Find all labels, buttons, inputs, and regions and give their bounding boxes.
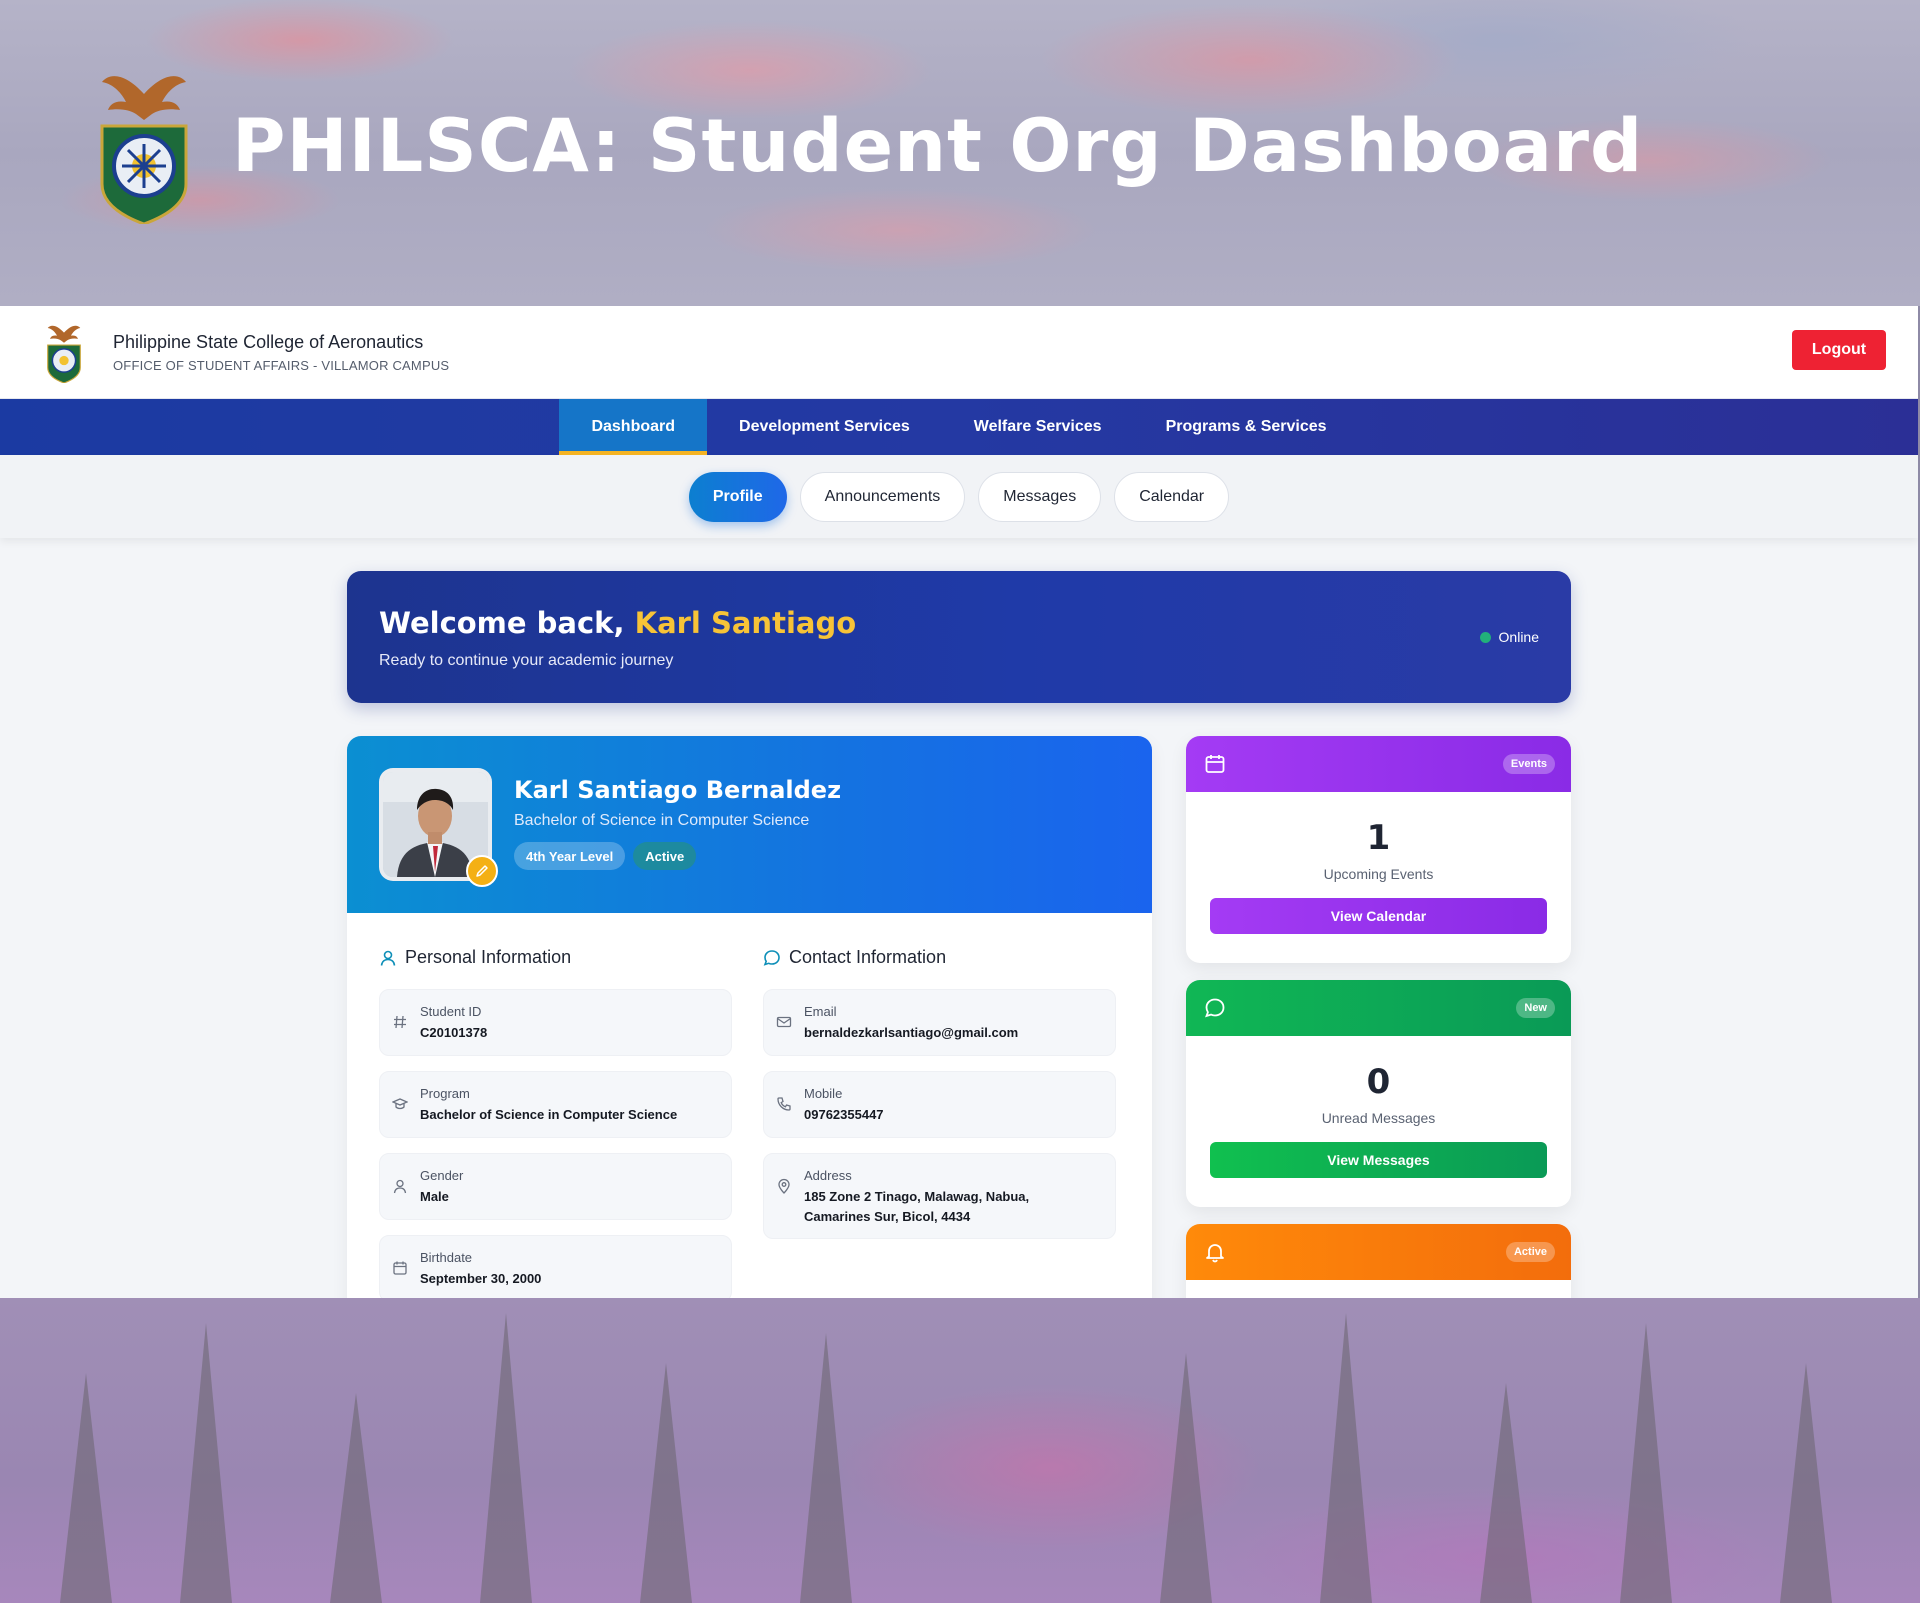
- field-label: Program: [420, 1086, 470, 1101]
- birthdate-field: Birthdate September 30, 2000: [379, 1235, 732, 1298]
- gender-field: Gender Male: [379, 1153, 732, 1220]
- personal-info-title: Personal Information: [379, 947, 732, 968]
- hash-icon: [394, 1015, 406, 1029]
- field-label: Mobile: [804, 1086, 843, 1101]
- field-label: Student ID: [420, 1004, 482, 1019]
- welcome-subtitle: Ready to continue your academic journey: [379, 652, 674, 669]
- online-status: Online: [1479, 629, 1539, 645]
- program-field: Program Bachelor of Science in Computer S…: [379, 1071, 732, 1138]
- nav-development-services[interactable]: Development Services: [707, 399, 942, 455]
- calendar-icon: [393, 1261, 407, 1275]
- events-count: 1: [1366, 818, 1391, 858]
- forest-background: [0, 1298, 1920, 1603]
- bell-icon: [1206, 1244, 1224, 1263]
- announcements-badge: Active: [1505, 1242, 1555, 1262]
- messages-label: Unread Messages: [1321, 1110, 1436, 1126]
- contact-info-section: Contact Information Email bernaldezkarlsa…: [763, 947, 1116, 1298]
- app-window: Philippine State College of Aeronautics …: [0, 306, 1918, 1298]
- chat-bubble-icon: [1205, 998, 1225, 1018]
- field-value: September 30, 2000: [420, 1271, 542, 1286]
- map-pin-icon: [778, 1178, 790, 1194]
- field-label: Gender: [420, 1168, 464, 1183]
- personal-info-label: Personal Information: [405, 947, 572, 967]
- org-name: Philippine State College of Aeronautics: [113, 331, 424, 352]
- phone-icon: [777, 1097, 791, 1111]
- graduation-cap-icon: [392, 1098, 408, 1110]
- main-nav: Dashboard Development Services Welfare S…: [0, 399, 1918, 455]
- address-field: Address 185 Zone 2 Tinago, Malawag, Nabua…: [763, 1153, 1116, 1239]
- events-label: Upcoming Events: [1323, 866, 1434, 882]
- email-field: Email bernaldezkarlsantiago@gmail.com: [763, 989, 1116, 1056]
- announcements-card: Active: [1186, 1224, 1571, 1298]
- welcome-banner: Welcome back, Karl Santiago Ready to con…: [347, 571, 1571, 703]
- messages-card-body: 0 Unread Messages View Messages: [1186, 1036, 1571, 1178]
- edit-avatar-button[interactable]: [466, 855, 498, 887]
- year-level-badge: 4th Year Level: [514, 842, 626, 870]
- events-card-body: 1 Upcoming Events View Calendar: [1186, 792, 1571, 934]
- tab-announcements[interactable]: Announcements: [799, 471, 966, 522]
- profile-chips: 4th Year Level Active: [514, 842, 841, 870]
- welcome-name: Karl Santiago: [634, 606, 857, 640]
- field-value: C20101378: [420, 1025, 488, 1040]
- college-seal-logo: [100, 76, 188, 224]
- field-value: Bachelor of Science in Computer Science: [420, 1107, 678, 1122]
- user-icon: [393, 1179, 407, 1194]
- field-value: 09762355447: [804, 1107, 884, 1122]
- college-logo: [47, 325, 81, 383]
- org-title-block: Philippine State College of Aeronautics …: [113, 332, 449, 373]
- student-id-field: Student ID C20101378: [379, 989, 732, 1056]
- calendar-icon: [1205, 755, 1225, 773]
- dashboard-grid: Karl Santiago Bernaldez Bachelor of Scie…: [347, 736, 1571, 1298]
- events-badge: Events: [1502, 754, 1555, 774]
- field-value: bernaldezkarlsantiago@gmail.com: [804, 1025, 1019, 1040]
- field-label: Address: [804, 1168, 852, 1183]
- view-messages-button[interactable]: View Messages: [1210, 1142, 1547, 1178]
- tab-calendar[interactable]: Calendar: [1114, 471, 1230, 522]
- hero-title: PHILSCA: Student Org Dashboard: [232, 104, 1644, 189]
- events-card: Events 1 Upcoming Events View Calendar: [1186, 736, 1571, 963]
- tab-messages[interactable]: Messages: [978, 471, 1102, 522]
- mail-icon: [776, 1016, 792, 1028]
- online-status-label: Online: [1498, 629, 1539, 645]
- profile-header: Karl Santiago Bernaldez Bachelor of Scie…: [347, 736, 1152, 913]
- stats-sidebar: Events 1 Upcoming Events View Calendar N…: [1186, 736, 1571, 1298]
- field-value: Male: [420, 1189, 449, 1204]
- field-label: Birthdate: [420, 1250, 473, 1265]
- profile-info: Personal Information Student ID C20101378…: [347, 913, 1152, 1298]
- personal-info-section: Personal Information Student ID C20101378…: [379, 947, 732, 1298]
- nav-dashboard[interactable]: Dashboard: [559, 399, 708, 455]
- online-dot-icon: [1479, 631, 1491, 643]
- nav-welfare-services[interactable]: Welfare Services: [942, 399, 1134, 455]
- avatar-frame: [379, 768, 498, 887]
- profile-name: Karl Santiago Bernaldez: [514, 776, 842, 804]
- messages-badge: New: [1516, 998, 1555, 1018]
- org-subtitle: OFFICE OF STUDENT AFFAIRS - VILLAMOR CAM…: [113, 357, 450, 373]
- contact-info-title: Contact Information: [763, 947, 1116, 968]
- tab-profile[interactable]: Profile: [688, 471, 787, 522]
- chat-bubble-icon: [763, 949, 780, 966]
- view-calendar-button[interactable]: View Calendar: [1210, 898, 1547, 934]
- main-content: Welcome back, Karl Santiago Ready to con…: [347, 571, 1571, 1298]
- welcome-heading: Welcome back, Karl Santiago: [379, 606, 1539, 640]
- events-card-header: Events: [1186, 736, 1571, 792]
- pencil-icon: [476, 865, 488, 877]
- sub-nav: Profile Announcements Messages Calendar: [0, 455, 1918, 538]
- field-value: 185 Zone 2 Tinago, Malawag, Nabua, Camar…: [804, 1189, 1030, 1224]
- field-label: Email: [804, 1004, 837, 1019]
- logout-button[interactable]: Logout: [1792, 330, 1886, 370]
- profile-card: Karl Santiago Bernaldez Bachelor of Scie…: [347, 736, 1152, 1298]
- contact-info-label: Contact Information: [789, 947, 947, 967]
- profile-program: Bachelor of Science in Computer Science: [514, 812, 810, 829]
- messages-count: 0: [1366, 1062, 1391, 1102]
- status-badge: Active: [633, 842, 697, 870]
- welcome-greeting: Welcome back,: [379, 606, 625, 640]
- profile-identity: Karl Santiago Bernaldez Bachelor of Scie…: [514, 768, 841, 870]
- messages-card-header: New: [1186, 980, 1571, 1036]
- mobile-field: Mobile 09762355447: [763, 1071, 1116, 1138]
- messages-card: New 0 Unread Messages View Messages: [1186, 980, 1571, 1207]
- announcements-card-header: Active: [1186, 1224, 1571, 1280]
- nav-programs-services[interactable]: Programs & Services: [1134, 399, 1359, 455]
- user-icon: [380, 950, 396, 966]
- top-bar: Philippine State College of Aeronautics …: [0, 306, 1918, 399]
